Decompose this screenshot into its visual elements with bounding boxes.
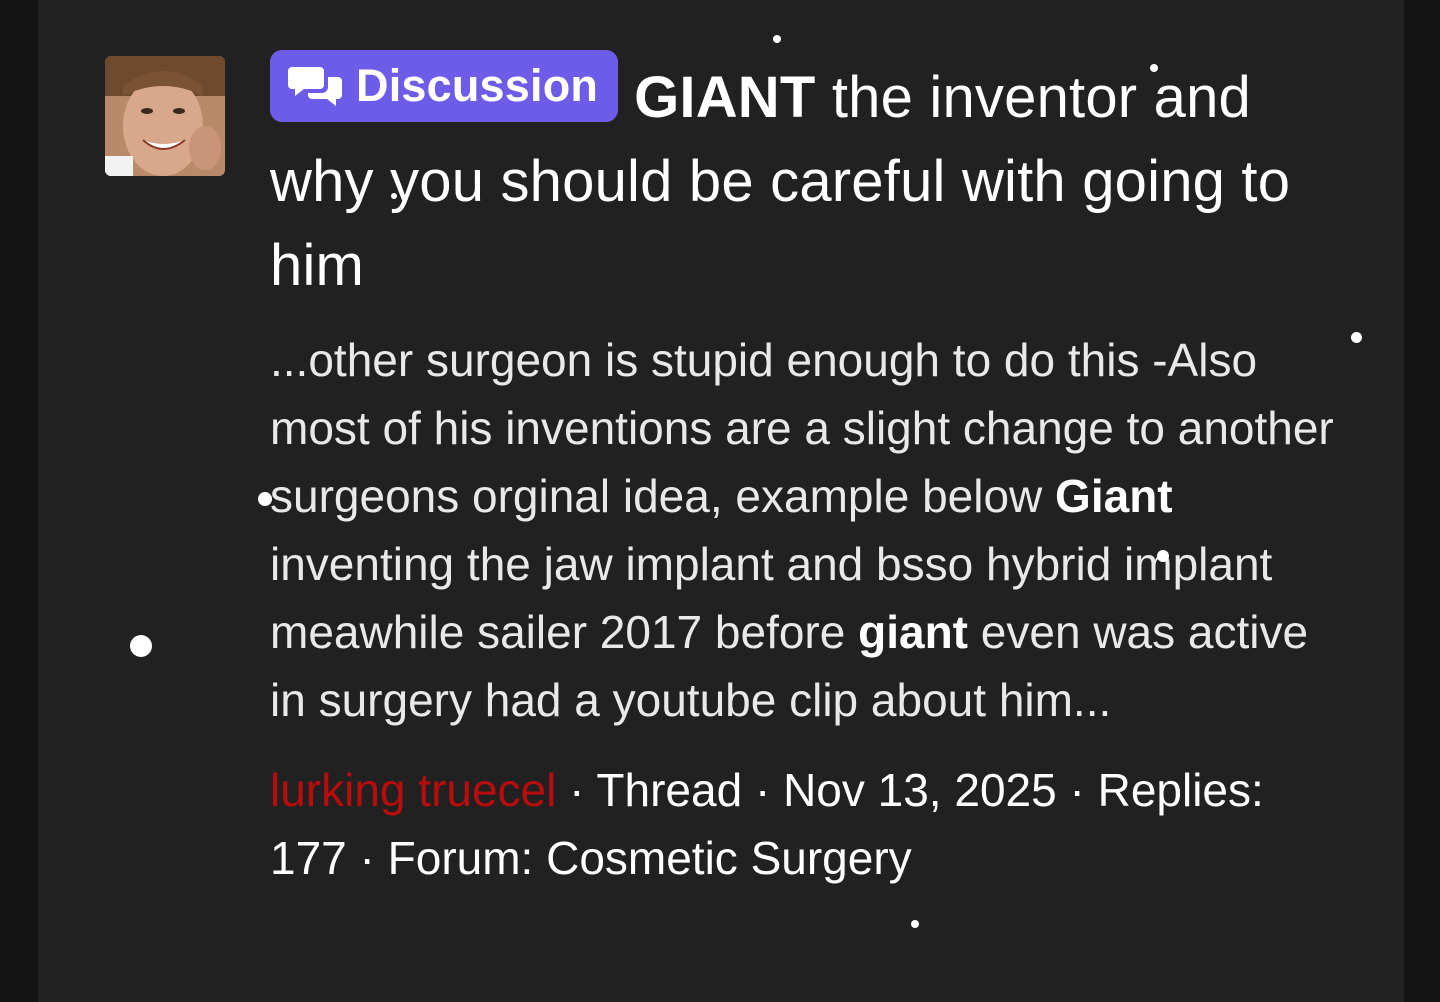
snow-particle: [130, 635, 152, 657]
discussion-badge[interactable]: Discussion: [270, 50, 619, 122]
title-highlight[interactable]: GIANT: [634, 65, 815, 130]
separator: ·: [1056, 764, 1098, 816]
snow-particle: [911, 920, 919, 928]
thread-title[interactable]: Discussion GIANT the inventor and why yo…: [270, 50, 1340, 308]
separator: ·: [556, 764, 597, 816]
author-link[interactable]: lurking truecel: [270, 764, 556, 816]
snippet-highlight: giant: [858, 606, 969, 658]
snow-particle: [1351, 332, 1362, 343]
snow-particle: [773, 35, 781, 43]
content-type: Thread: [596, 764, 743, 816]
avatar[interactable]: [105, 56, 225, 176]
snow-particle: [1150, 64, 1158, 72]
snippet-text: ...other surgeon is stupid enough to do …: [270, 334, 1334, 522]
thread-snippet: ...other surgeon is stupid enough to do …: [270, 326, 1340, 734]
separator: ·: [742, 764, 784, 816]
thread-meta: lurking truecel · Thread · Nov 13, 2025 …: [270, 756, 1340, 892]
chat-bubbles-icon: [288, 67, 342, 106]
post-date: Nov 13, 2025: [783, 764, 1057, 816]
snippet-highlight: Giant: [1055, 470, 1173, 522]
forum-link[interactable]: Forum: Cosmetic Surgery: [388, 832, 912, 884]
snow-particle: [1157, 550, 1169, 562]
avatar-image: [105, 56, 225, 176]
badge-label: Discussion: [356, 60, 599, 111]
separator: ·: [346, 832, 388, 884]
snow-particle: [258, 492, 272, 506]
snow-particle: [391, 193, 397, 199]
thread-content: Discussion GIANT the inventor and why yo…: [270, 50, 1340, 892]
